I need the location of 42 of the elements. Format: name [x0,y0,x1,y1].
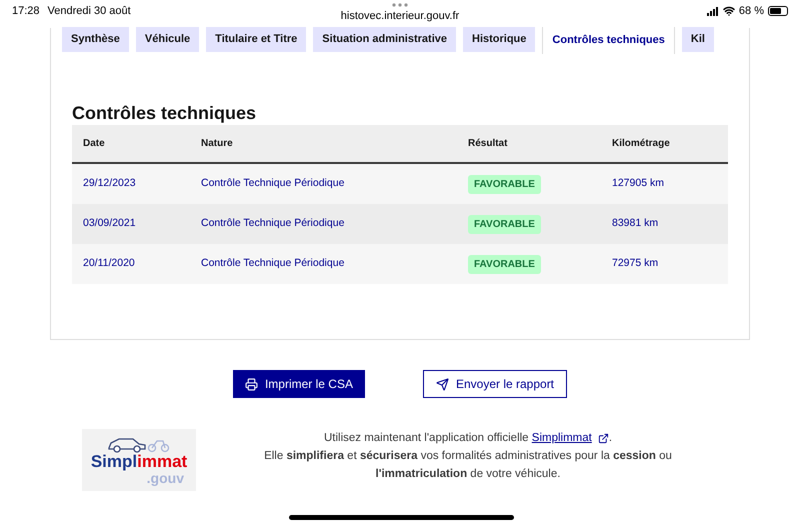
date-cell-text: 20/11/2020 [82,256,136,272]
status-date: Vendredi 30 août [48,4,131,19]
simplimmat-link[interactable]: Simplimmat [532,429,609,447]
tab[interactable]: Kil [682,27,714,52]
url-text[interactable]: histovec.interieur.gouv.fr [340,8,460,24]
tab[interactable]: Contrôles techniques [542,27,675,54]
battery-icon [768,6,788,16]
wifi-icon [722,5,735,18]
mileage-cell-text: 127905 km [611,176,665,192]
section-title: Contrôles techniques [72,102,258,124]
result-badge: FAVORABLE [468,174,541,194]
column-header: Date [82,137,106,151]
column-header: Nature [200,137,234,151]
logo-word: Simpl [90,452,138,470]
print-button[interactable]: Imprimer le CSA [232,370,365,398]
send-button[interactable]: Envoyer le rapport [422,370,568,398]
logo-word: immat [137,452,188,470]
nature-cell-text: Contrôle Technique Périodique [200,216,346,232]
promo-text: Utilisez maintenant l'application officielle Simplimmat . Elle simplifiera et sécurisera vos formalités administratives pour la cession ou l'immatriculation de votre véhicule. [196,429,800,483]
tab[interactable]: Historique [463,27,536,52]
nature-cell-text: Contrôle Technique Périodique [200,176,346,192]
external-link-icon [598,432,609,444]
column-header: Résultat [467,137,508,151]
mileage-cell-text: 72975 km [611,256,660,272]
column-header: Kilométrage [611,137,671,151]
result-badge: FAVORABLE [468,214,541,234]
mileage-cell-text: 83981 km [611,216,660,232]
tab[interactable]: Véhicule [136,27,200,52]
result-badge: FAVORABLE [468,254,541,274]
status-time: 17:28 [12,4,40,19]
more-dots-icon[interactable] [392,3,408,7]
tab[interactable]: Synthèse [62,27,129,52]
signal-icon [706,6,719,16]
printer-icon [244,378,258,390]
send-icon [436,378,449,390]
date-cell-text: 03/09/2021 [82,216,137,232]
nature-cell-text: Contrôle Technique Périodique [200,256,346,272]
logo-suffix: .gouv [146,470,184,486]
tab[interactable]: Titulaire et Titre [206,27,306,52]
date-cell-text: 29/12/2023 [82,176,137,192]
battery-text: 68 % [738,4,764,19]
tab[interactable]: Situation administrative [313,27,456,52]
